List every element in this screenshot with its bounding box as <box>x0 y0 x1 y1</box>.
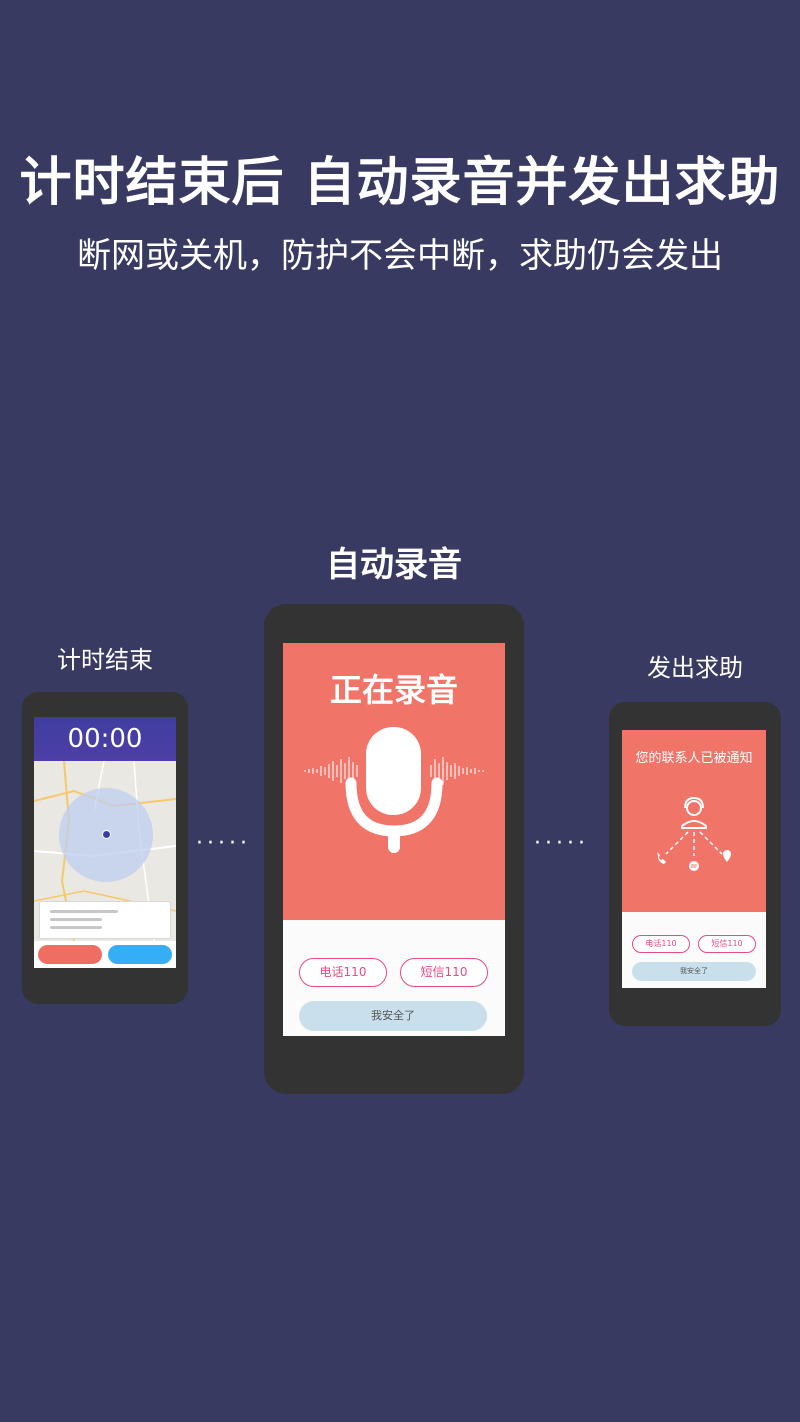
step-label-timer-end: 计时结束 <box>57 646 153 674</box>
contacts-notified-text: 您的联系人已被通知 <box>635 751 753 766</box>
connector-dots-right: ····· <box>534 831 589 856</box>
i-am-safe-button[interactable]: 我安全了 <box>632 962 756 981</box>
phone-icon <box>657 852 666 864</box>
i-am-safe-button[interactable]: 我安全了 <box>299 1001 487 1031</box>
call-110-button[interactable]: 电话110 <box>632 935 690 953</box>
subline: 断网或关机，防护不会中断，求助仍会发出 <box>77 236 723 276</box>
headline: 计时结束后 自动录音并发出求助 <box>19 153 781 213</box>
blue-action-button[interactable] <box>108 945 172 964</box>
sms-110-button[interactable]: 短信110 <box>698 935 756 953</box>
message-icon <box>689 861 699 871</box>
phone-timer-end: 00:00 <box>22 692 188 1004</box>
step-label-auto-record: 自动录音 <box>326 545 462 585</box>
action-area: 电话110 短信110 我安全了 <box>622 912 766 988</box>
contact-network-graphic <box>657 796 731 871</box>
map-view[interactable] <box>34 761 176 941</box>
connector-dots-left: ····· <box>196 831 251 856</box>
phone-send-help: 您的联系人已被通知 电话110 短信110 我安全了 <box>609 702 781 1026</box>
headset-agent-icon <box>681 796 707 829</box>
timer-display: 00:00 <box>34 717 176 761</box>
call-110-button[interactable]: 电话110 <box>299 958 387 987</box>
microphone-icon <box>304 727 484 853</box>
recording-title: 正在录音 <box>329 671 458 709</box>
alert-panel: 您的联系人已被通知 <box>622 730 766 912</box>
phone-screen: 正在录音 电话110 短信110 我安全了 <box>283 643 505 1036</box>
red-action-button[interactable] <box>38 945 102 964</box>
action-area: 电话110 短信110 我安全了 <box>283 920 505 1036</box>
sms-110-button[interactable]: 短信110 <box>400 958 488 987</box>
phone-auto-record: 正在录音 电话110 短信110 我安全了 <box>264 604 524 1094</box>
phone-screen: 您的联系人已被通知 电话110 短信110 我安全了 <box>622 730 766 988</box>
info-card <box>39 901 171 939</box>
phone-screen: 00:00 <box>34 717 176 968</box>
location-pin-icon <box>723 850 731 862</box>
step-label-send-help: 发出求助 <box>647 654 743 682</box>
recording-panel: 正在录音 <box>283 643 505 920</box>
map-location-dot-icon <box>102 830 111 839</box>
